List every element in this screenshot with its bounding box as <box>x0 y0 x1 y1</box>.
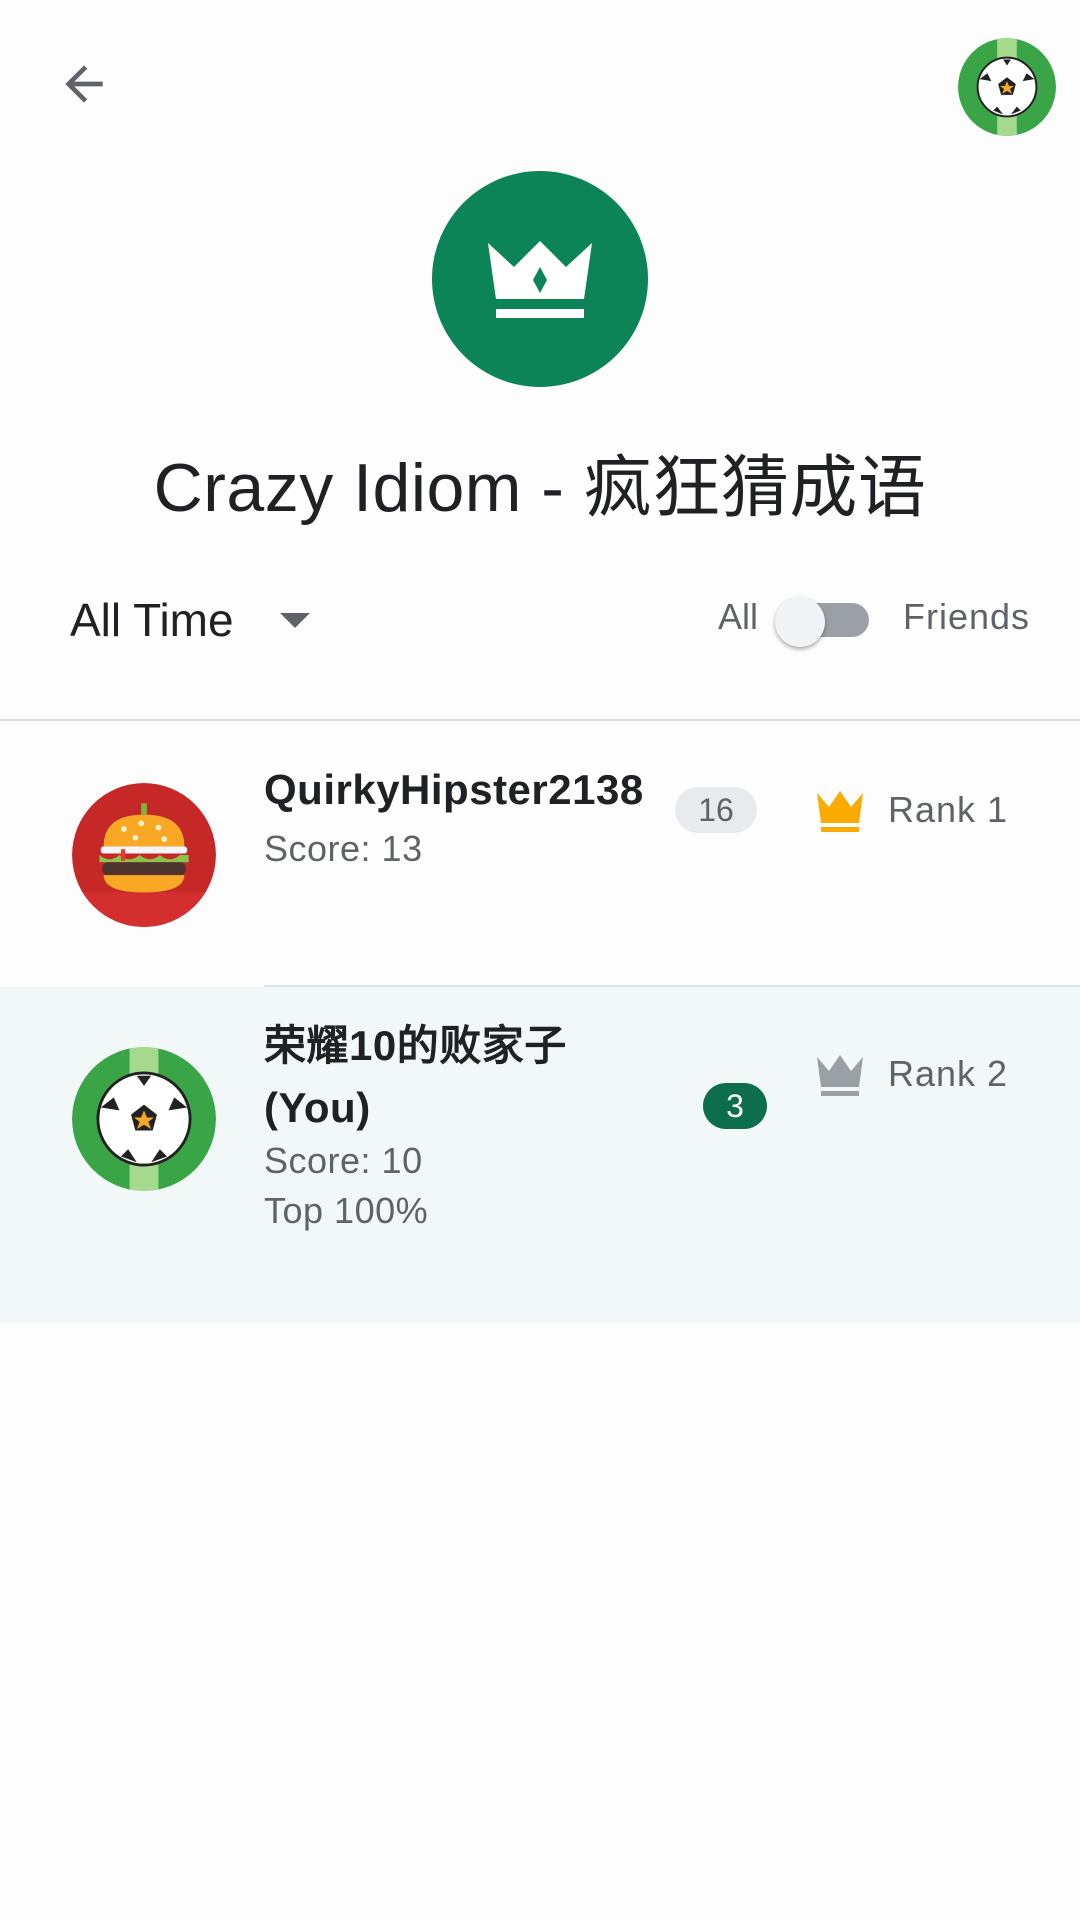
level-badge: 3 <box>703 1083 767 1129</box>
player-name-you-suffix: (You) <box>264 1084 371 1131</box>
level-badge: 16 <box>675 787 757 833</box>
leaderboard-row[interactable]: QuirkyHipster2138 16 Score: 13 Rank 1 <box>0 721 1080 985</box>
player-avatar <box>72 783 216 927</box>
crown-icon <box>488 241 592 318</box>
rank-label: Rank 2 <box>888 1053 1009 1094</box>
toggle-all-label: All <box>718 596 759 637</box>
leaderboard-row-current-user[interactable]: 荣耀10的败家子 (You) 3 Score: 10 Top 100% Rank… <box>0 987 1080 1323</box>
back-button[interactable] <box>48 48 120 120</box>
rank-label: Rank 1 <box>888 789 1009 830</box>
time-range-dropdown[interactable]: All Time <box>70 585 310 655</box>
player-score: Score: 10 <box>264 1140 423 1181</box>
player-name: QuirkyHipster2138 <box>264 766 644 813</box>
gold-crown-icon <box>817 791 863 832</box>
all-friends-toggle[interactable] <box>775 597 871 647</box>
burger-avatar-icon <box>72 783 216 927</box>
arrow-back-icon <box>65 65 103 103</box>
game-icon <box>432 171 648 387</box>
toggle-friends-label: Friends <box>903 596 1031 637</box>
soccer-ball-avatar-icon <box>958 38 1056 136</box>
game-title: Crazy Idiom - 疯狂猜成语 <box>153 450 927 526</box>
profile-avatar-button[interactable] <box>958 38 1056 136</box>
player-score: Score: 13 <box>264 828 423 869</box>
silver-crown-icon <box>817 1055 863 1096</box>
soccer-ball-avatar-icon <box>72 1047 216 1191</box>
time-range-label: All Time <box>70 594 234 646</box>
toggle-thumb <box>775 597 825 647</box>
player-avatar <box>72 1047 216 1191</box>
player-name: 荣耀10的败家子 <box>264 1022 567 1069</box>
dropdown-arrow-icon <box>279 612 310 628</box>
player-percentile: Top 100% <box>264 1190 429 1231</box>
